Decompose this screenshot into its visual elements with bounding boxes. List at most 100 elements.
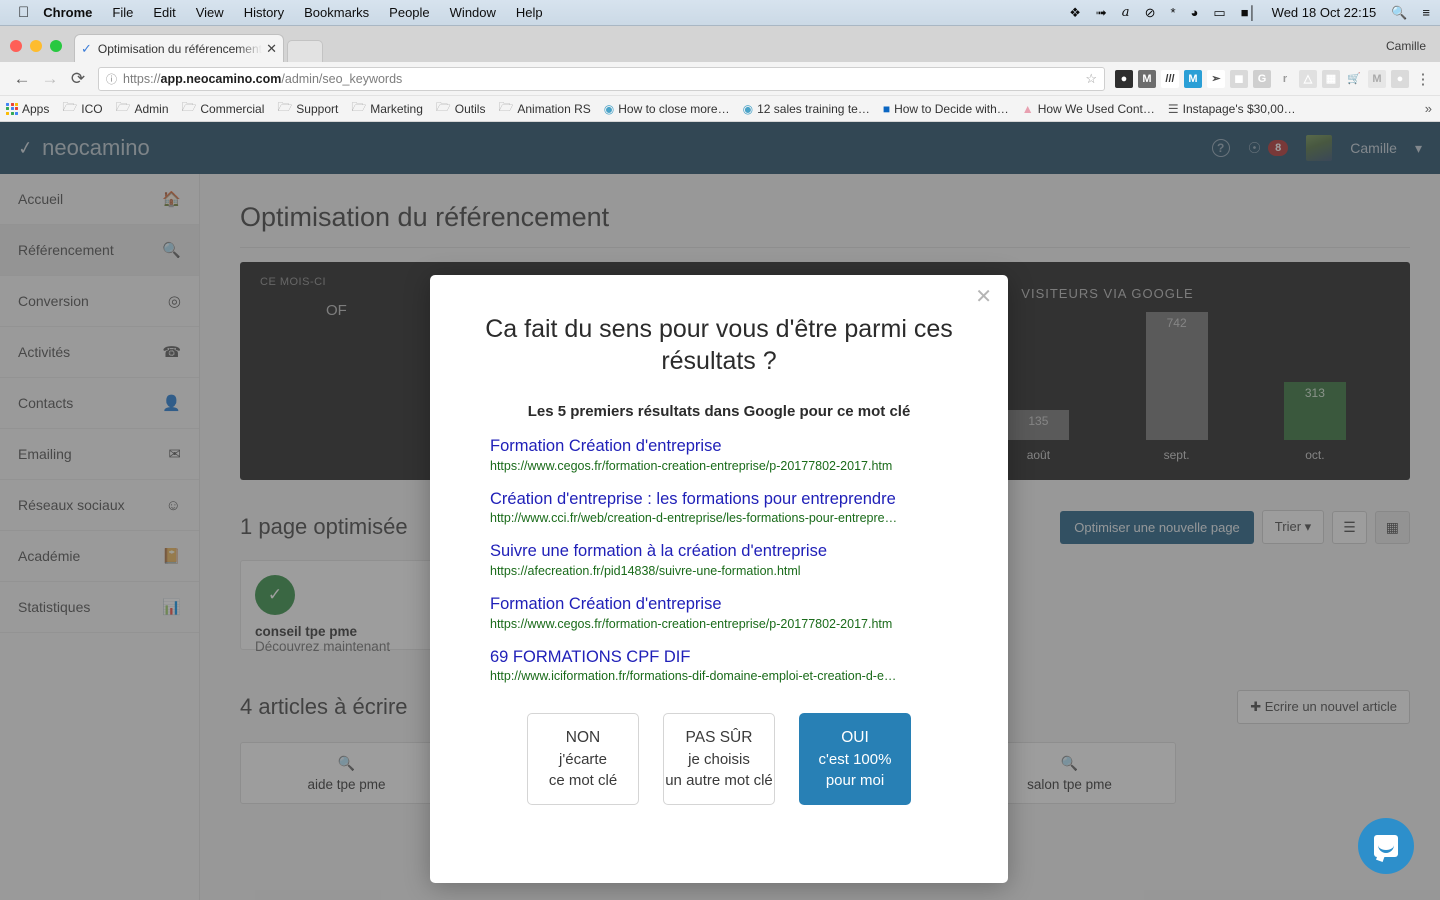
- bookmark-label: How We Used Cont…: [1037, 101, 1155, 116]
- intercom-chat-button[interactable]: [1358, 818, 1414, 874]
- page-icon: ◉: [742, 101, 754, 116]
- menu-history[interactable]: History: [244, 5, 284, 20]
- bookmarks-overflow-icon[interactable]: »: [1425, 101, 1434, 116]
- mention-icon[interactable]: M: [1184, 69, 1202, 88]
- growth-icon[interactable]: ➢: [1207, 69, 1225, 88]
- reload-icon[interactable]: ⟳: [64, 69, 92, 89]
- menu-chrome[interactable]: Chrome: [43, 5, 92, 20]
- r-icon[interactable]: r: [1276, 70, 1294, 88]
- fan-icon[interactable]: ➟: [1096, 6, 1107, 19]
- address-bar[interactable]: ⓘ https://app.neocamino.com/admin/seo_ke…: [98, 66, 1105, 91]
- alfred-icon[interactable]: a: [1122, 6, 1130, 19]
- minimize-window-button[interactable]: [30, 40, 42, 52]
- menu-edit[interactable]: Edit: [153, 5, 175, 20]
- button-line-3: un autre mot clé: [665, 772, 773, 790]
- modal-title: Ca fait du sens pour vous d'être parmi c…: [485, 315, 953, 375]
- search-result-title[interactable]: Création d'entreprise : les formations p…: [490, 489, 974, 510]
- folder-icon: 🗁: [351, 100, 367, 114]
- menu-bookmarks[interactable]: Bookmarks: [304, 5, 369, 20]
- folder-icon: 🗁: [435, 100, 451, 114]
- apple-menu-icon[interactable]: : [18, 5, 29, 20]
- browser-menu-icon[interactable]: ⋮: [1414, 70, 1432, 88]
- dropbox-icon[interactable]: ❖: [1069, 6, 1081, 19]
- search-result-url: https://www.cegos.fr/formation-creation-…: [490, 458, 893, 473]
- bookmark-label: Apps: [22, 101, 50, 116]
- bookmark-instapage[interactable]: ☰ Instapage's $30,00…: [1168, 102, 1296, 116]
- bookmark-how-to-decide[interactable]: ■ How to Decide with…: [883, 102, 1009, 116]
- search-results-list: Formation Création d'entreprise https://…: [464, 436, 974, 683]
- bookmark-animation-rs[interactable]: 🗁 Animation RS: [498, 98, 590, 119]
- os-menu-bar:  Chrome File Edit View History Bookmark…: [0, 0, 1440, 26]
- cart-icon[interactable]: 🛒: [1345, 70, 1363, 88]
- url-scheme: https://: [123, 71, 161, 86]
- search-result-title[interactable]: 69 FORMATIONS CPF DIF: [490, 647, 974, 668]
- bookmark-label: Animation RS: [517, 101, 591, 116]
- tab-close-icon[interactable]: ✕: [262, 41, 277, 57]
- url-host: app.neocamino.com: [160, 71, 282, 86]
- bookmark-admin[interactable]: 🗁 Admin: [116, 98, 169, 119]
- bookmark-label: ICO: [81, 101, 103, 116]
- battery-icon[interactable]: ■│: [1241, 6, 1257, 19]
- bookmark-how-we-used[interactable]: ▲ How We Used Cont…: [1022, 102, 1155, 116]
- airplay-icon[interactable]: ▭: [1213, 6, 1225, 19]
- bookmark-outils[interactable]: 🗁 Outils: [436, 98, 486, 119]
- notification-center-icon[interactable]: ≡: [1422, 6, 1430, 19]
- video-icon[interactable]: ◼: [1230, 69, 1248, 88]
- search-result[interactable]: Formation Création d'entreprise https://…: [490, 594, 974, 631]
- mailtrack-icon[interactable]: M: [1138, 69, 1156, 88]
- back-icon[interactable]: ←: [8, 69, 36, 89]
- bookmark-apps[interactable]: Apps: [6, 102, 49, 116]
- menu-file[interactable]: File: [112, 5, 133, 20]
- bluetooth-icon[interactable]: *: [1170, 6, 1175, 19]
- bookmark-support[interactable]: 🗁 Support: [277, 98, 338, 119]
- intercom-chat-icon: [1374, 835, 1398, 857]
- search-result-url: https://www.cegos.fr/formation-creation-…: [490, 616, 893, 631]
- search-result-title[interactable]: Formation Création d'entreprise: [490, 436, 974, 457]
- bookmark-marketing[interactable]: 🗁 Marketing: [351, 98, 423, 119]
- choose-other-keyword-button[interactable]: PAS SÛR je choisis un autre mot clé: [663, 713, 775, 806]
- search-result-title[interactable]: Suivre une formation à la création d'ent…: [490, 541, 974, 562]
- button-line-2: je choisis: [688, 750, 750, 768]
- drive-icon[interactable]: △: [1299, 69, 1317, 88]
- search-result[interactable]: 69 FORMATIONS CPF DIF http://www.iciform…: [490, 647, 974, 684]
- search-result[interactable]: Création d'entreprise : les formations p…: [490, 489, 974, 526]
- new-tab-button[interactable]: [287, 40, 323, 62]
- accept-keyword-button[interactable]: OUI c'est 100% pour moi: [799, 713, 911, 806]
- bookmark-commercial[interactable]: 🗁 Commercial: [182, 98, 265, 119]
- menu-view[interactable]: View: [196, 5, 224, 20]
- bookmark-ico[interactable]: 🗁 ICO: [62, 98, 102, 119]
- do-not-disturb-icon[interactable]: ⊘: [1145, 6, 1156, 19]
- site-info-icon[interactable]: ⓘ: [106, 71, 117, 87]
- bookmark-label: Support: [296, 101, 339, 116]
- slashes-icon[interactable]: ///: [1161, 69, 1179, 88]
- owl-icon[interactable]: ●: [1115, 69, 1133, 88]
- gmail-contacts-icon[interactable]: G: [1253, 69, 1271, 88]
- search-result[interactable]: Formation Création d'entreprise https://…: [490, 436, 974, 473]
- forward-icon[interactable]: →: [36, 69, 64, 89]
- search-result[interactable]: Suivre une formation à la création d'ent…: [490, 541, 974, 578]
- menu-window[interactable]: Window: [450, 5, 496, 20]
- bookmark-star-icon[interactable]: ☆: [1085, 71, 1097, 87]
- bookmarks-bar: Apps 🗁 ICO 🗁 Admin 🗁 Commercial 🗁 Support 🗁 M…: [0, 96, 1440, 122]
- bookmark-label: Commercial: [200, 101, 265, 116]
- spotlight-search-icon[interactable]: 🔍: [1391, 6, 1407, 19]
- browser-profile-name[interactable]: Camille: [1386, 39, 1440, 62]
- bookmark-sales-training[interactable]: ◉ 12 sales training te…: [743, 102, 870, 116]
- bookmark-label: 12 sales training te…: [757, 101, 870, 116]
- browser-tab-active[interactable]: ✓ Optimisation du référencement ✕: [74, 34, 284, 62]
- shield-icon[interactable]: ●: [1391, 69, 1409, 88]
- wifi-icon[interactable]: ◕: [1191, 6, 1199, 19]
- button-line-1: OUI: [841, 728, 869, 746]
- maximize-window-button[interactable]: [50, 40, 62, 52]
- grid-icon[interactable]: ▦: [1322, 69, 1340, 88]
- mail-m-icon[interactable]: M: [1368, 69, 1386, 88]
- bookmark-label: Outils: [454, 101, 486, 116]
- search-result-title[interactable]: Formation Création d'entreprise: [490, 594, 974, 615]
- bookmark-label: Marketing: [370, 101, 423, 116]
- reject-keyword-button[interactable]: NON j'écarte ce mot clé: [527, 713, 639, 806]
- close-icon[interactable]: ✕: [975, 287, 992, 307]
- close-window-button[interactable]: [10, 40, 22, 52]
- bookmark-how-to-close[interactable]: ◉ How to close more…: [604, 102, 730, 116]
- menu-people[interactable]: People: [389, 5, 429, 20]
- menu-help[interactable]: Help: [516, 5, 543, 20]
